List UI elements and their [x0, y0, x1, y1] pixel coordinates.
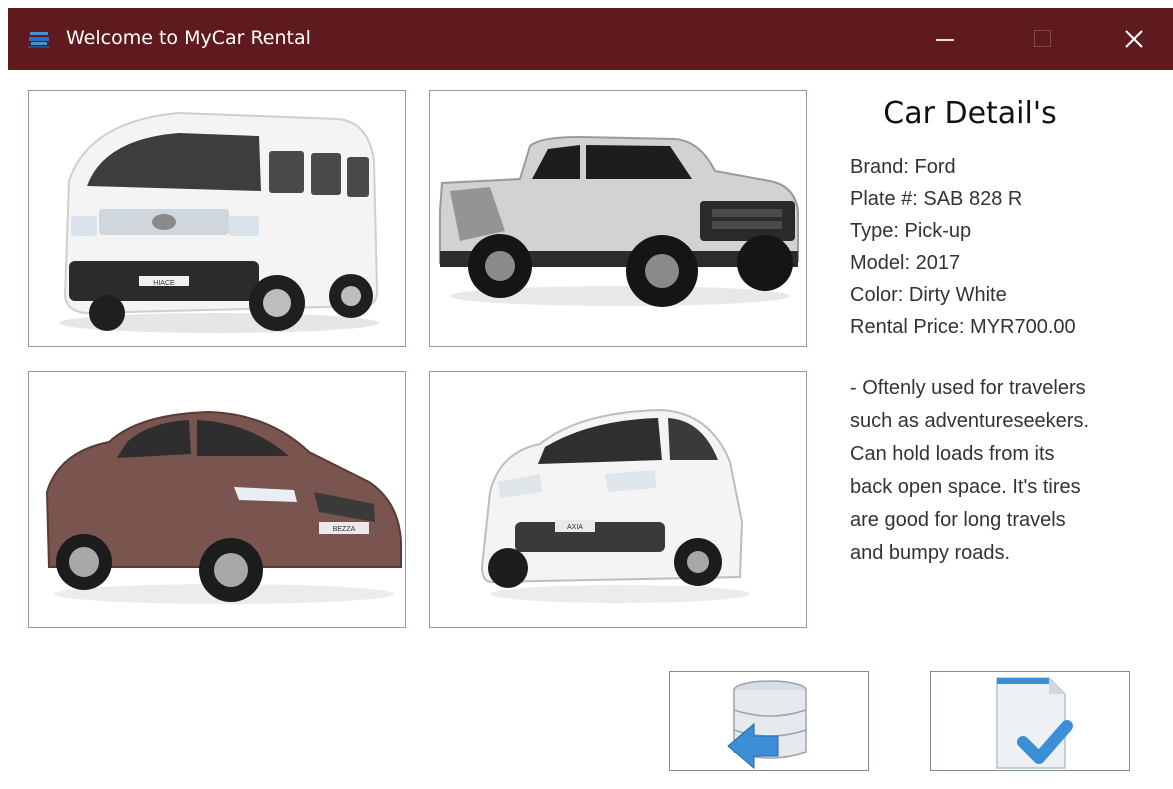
description-line: such as adventureseekers. — [850, 410, 1090, 432]
detail-plate: Plate #: SAB 828 R — [850, 188, 1023, 210]
minimize-button[interactable] — [916, 8, 976, 70]
car-image-hatchback: AXIA — [480, 408, 750, 603]
car-tile-sedan[interactable]: BEZZA — [28, 371, 406, 628]
van-badge: HIACE — [153, 280, 175, 287]
car-tile-hatchback[interactable]: AXIA — [429, 371, 807, 628]
close-button[interactable] — [1103, 8, 1163, 70]
car-tile-van[interactable]: HIACE — [28, 90, 406, 347]
detail-heading: Car Detail's — [883, 96, 1057, 131]
sedan-badge: BEZZA — [333, 526, 356, 533]
description-line: and bumpy roads. — [850, 542, 1011, 564]
description-line: are good for long travels — [850, 509, 1066, 531]
hatchback-badge: AXIA — [567, 524, 583, 531]
detail-color: Color: Dirty White — [850, 284, 1007, 306]
description-line: Can hold loads from its — [850, 443, 1055, 465]
detail-price: Rental Price: MYR700.00 — [850, 316, 1076, 338]
description-line: back open space. It's tires — [850, 476, 1081, 498]
car-image-sedan: BEZZA — [45, 410, 402, 604]
car-image-van: HIACE — [59, 111, 379, 333]
maximize-button[interactable] — [1011, 8, 1071, 70]
description-line: - Oftenly used for travelers — [850, 377, 1086, 399]
title-bar: Welcome to MyCar Rental — [8, 8, 1173, 70]
confirm-rental-button[interactable] — [930, 671, 1130, 771]
back-to-database-button[interactable] — [669, 671, 869, 771]
car-app-icon — [28, 32, 50, 48]
maximize-icon — [1034, 30, 1051, 47]
database-back-icon — [727, 680, 807, 770]
document-check-icon — [996, 677, 1073, 769]
detail-brand: Brand: Ford — [850, 156, 956, 178]
close-icon — [1125, 30, 1143, 48]
detail-type: Type: Pick-up — [850, 220, 972, 242]
detail-model: Model: 2017 — [850, 252, 961, 274]
car-tile-pickup[interactable] — [429, 90, 807, 347]
main-window: Welcome to MyCar Rental HIACE BEZZA AXIA… — [8, 8, 1173, 789]
car-image-pickup — [439, 135, 799, 307]
window-title: Welcome to MyCar Rental — [66, 27, 311, 49]
minimize-icon — [936, 39, 954, 41]
